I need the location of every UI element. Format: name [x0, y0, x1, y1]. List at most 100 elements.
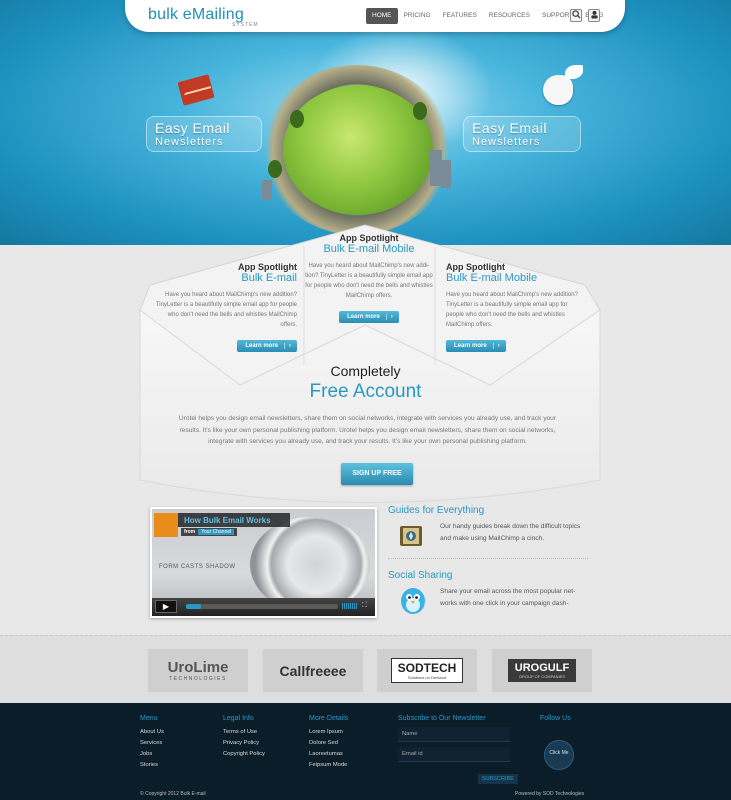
- footer-legal: Legal Info Terms of Use Privacy Policy C…: [223, 715, 265, 760]
- spotlight-heading: App Spotlight: [339, 233, 399, 243]
- name-field[interactable]: Name: [398, 727, 510, 742]
- video-from-label: from: [184, 529, 196, 535]
- footer-heading: Follow Us: [540, 715, 571, 722]
- signup-button[interactable]: SIGN UP FREE: [341, 463, 413, 485]
- footer: Menu About Us Services Jobs Stories Lega…: [0, 703, 731, 800]
- footer-link[interactable]: Stories: [140, 760, 164, 771]
- logo[interactable]: bulk eMailing: [148, 6, 244, 24]
- footer-heading: Subscribe to Our Newsletter: [398, 715, 486, 722]
- video-player[interactable]: FORM CASTS SHADOW How Bulk Email Works f…: [150, 507, 377, 618]
- nav-pricing[interactable]: PRICING: [398, 8, 437, 24]
- learn-more-button[interactable]: Learn more ›: [339, 311, 399, 323]
- footer-link[interactable]: Dolore Sed: [309, 738, 348, 749]
- learn-more-button[interactable]: Learn more ›: [446, 340, 506, 352]
- spotlight-2: App Spotlight Bulk E-mail Mobile Have yo…: [305, 233, 433, 323]
- nav-features[interactable]: FEATURES: [437, 8, 483, 24]
- spotlight-heading: App Spotlight: [446, 262, 505, 272]
- email-field[interactable]: Email id: [398, 747, 510, 762]
- partner-name: SODTECH: [397, 661, 457, 675]
- play-icon[interactable]: ▶: [155, 600, 177, 613]
- nav-home[interactable]: HOME: [366, 8, 398, 24]
- caption-line-2: Newsletters: [472, 136, 541, 148]
- partner-sub: TECHNOLOGIES: [169, 676, 227, 682]
- footer-newsletter: Subscribe to Our Newsletter Name Email i…: [398, 715, 518, 785]
- video-title[interactable]: How Bulk Email Works: [184, 516, 271, 525]
- tree-shape: [268, 160, 282, 178]
- building-shape: [262, 180, 272, 200]
- logo-subtitle: SYSTEM: [232, 22, 259, 28]
- hero-caption-left: Easy Email Newsletters: [146, 116, 262, 152]
- building-shape: [441, 160, 451, 188]
- free-account-title: Completely: [330, 363, 401, 379]
- footer-follow: Follow Us: [540, 715, 571, 727]
- footer-link[interactable]: About Us: [140, 727, 164, 738]
- footer-more: More Details Lorem Ipsum Dolore Sed Laor…: [309, 715, 348, 771]
- spotlight-desc: Have you heard about MailChimp's new add…: [305, 263, 433, 299]
- footer-link[interactable]: Laoreetumas: [309, 749, 348, 760]
- footer-link[interactable]: Copyright Policy: [223, 749, 265, 760]
- footer-heading: Menu: [140, 715, 158, 722]
- partner-logo-urogulf[interactable]: UROGULF GROUP OF COMPANIES: [492, 649, 592, 692]
- user-icon[interactable]: [588, 9, 600, 22]
- free-account-subtitle: Free Account: [309, 381, 422, 402]
- nav-resources[interactable]: RESOURCES: [483, 8, 536, 24]
- globe-planet: [283, 85, 433, 215]
- learn-more-label: Learn more: [347, 314, 380, 320]
- video-progress-fill: [186, 604, 202, 609]
- footer-bottom: © Copyright 2012 Bulk E-mail Powered by …: [0, 790, 731, 800]
- spotlight-desc: Have you heard about MailChimp's new add…: [446, 292, 578, 328]
- partners-strip: UroLime TECHNOLOGIES Callfreeee SODTECH So…: [0, 635, 731, 703]
- footer-link[interactable]: Privacy Policy: [223, 738, 265, 749]
- spotlight-title: Bulk E-mail Mobile: [446, 272, 538, 284]
- spotlight-1: App Spotlight Bulk E-mail Have you heard…: [155, 262, 297, 352]
- footer-link[interactable]: Terms of Use: [223, 727, 265, 738]
- search-icon[interactable]: [570, 9, 582, 22]
- caption-line-1: Easy Email: [472, 120, 548, 136]
- footer-link[interactable]: Feipsum Mode: [309, 760, 348, 771]
- caption-line-1: Easy Email: [155, 120, 231, 136]
- spotlight-desc: Have you heard about MailChimp's new add…: [155, 292, 297, 328]
- partner-name: UROGULF: [514, 662, 570, 674]
- partner-logo-sodtech[interactable]: SODTECH Solutions on Demand: [377, 649, 477, 692]
- video-controls: ▶ ⛶: [152, 598, 375, 616]
- partner-logo-urolime[interactable]: UroLime TECHNOLOGIES: [148, 649, 248, 692]
- fullscreen-icon[interactable]: ⛶: [362, 602, 370, 610]
- partner-name: Callfreeee: [279, 662, 347, 679]
- footer-heading: Legal Info: [223, 715, 254, 722]
- footer-link[interactable]: Lorem Ipsum: [309, 727, 348, 738]
- subscribe-button[interactable]: SUBSCRIBE: [478, 774, 518, 784]
- footer-heading: More Details: [309, 715, 349, 722]
- video-channel[interactable]: Your Channel: [198, 529, 235, 535]
- free-account-desc: Urotel helps you design email newsletter…: [178, 415, 557, 445]
- video-caption: FORM CASTS SHADOW: [159, 564, 236, 570]
- feature-title: Social Sharing: [388, 570, 453, 581]
- twitter-bird-icon: [398, 584, 426, 614]
- chevron-right-icon: ›: [284, 343, 291, 349]
- partner-sub: GROUP OF COMPANIES: [518, 674, 566, 679]
- feature-title: Guides for Everything: [388, 505, 485, 516]
- channel-thumbnail-icon[interactable]: [154, 513, 178, 537]
- hero-caption-right: Easy Email Newsletters: [463, 116, 581, 152]
- powered-by[interactable]: Powered by SOD Technologies: [515, 791, 584, 797]
- partner-sub: Solutions on Demand: [407, 675, 447, 680]
- partner-name: UroLime: [167, 659, 229, 676]
- footer-link[interactable]: Jobs: [140, 749, 164, 760]
- learn-more-button[interactable]: Learn more ›: [237, 340, 297, 352]
- spotlight-title: Bulk E-mail Mobile: [323, 243, 415, 255]
- spotlight-title: Bulk E-mail: [241, 272, 297, 284]
- chevron-right-icon: ›: [492, 343, 500, 349]
- guide-book-icon: [398, 523, 426, 549]
- footer-menu: Menu About Us Services Jobs Stories: [140, 715, 164, 771]
- footer-link[interactable]: Services: [140, 738, 164, 749]
- volume-icon[interactable]: [342, 603, 358, 609]
- bird-icon: [543, 65, 583, 105]
- click-me-button[interactable]: Click Me: [544, 740, 574, 770]
- caption-line-2: Newsletters: [155, 136, 224, 148]
- partner-logo-callfreeee[interactable]: Callfreeee: [263, 649, 363, 692]
- hero-banner: Easy Email Newsletters Easy Email Newsle…: [0, 0, 731, 245]
- feature-social: Social Sharing Share your email across t…: [388, 570, 588, 614]
- tree-shape: [290, 110, 304, 128]
- spotlight-heading: App Spotlight: [238, 262, 297, 272]
- video-progress-bar[interactable]: [186, 604, 338, 609]
- copyright: © Copyright 2012 Bulk E-mail: [140, 791, 206, 797]
